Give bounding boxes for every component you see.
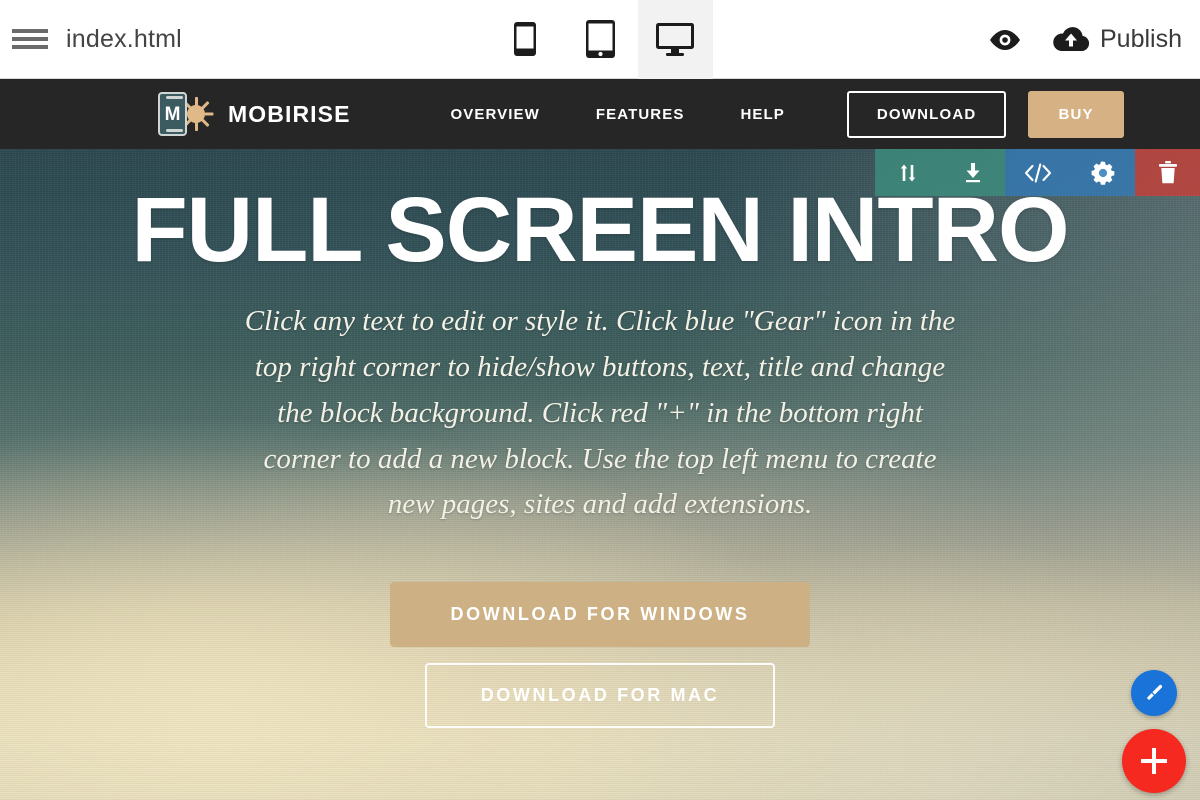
brand-name: MOBIRISE [228,100,351,127]
trash-icon [1158,161,1177,184]
hero-content: FULL SCREEN INTRO Click any text to edit… [0,149,1200,800]
app-toolbar: index.html Publish [0,0,1200,79]
eye-preview-icon [990,29,1020,50]
device-button-desktop[interactable] [637,0,713,79]
gear-icon [1091,161,1114,185]
nav-buy-button[interactable]: BUY [1028,90,1124,138]
plus-icon-vertical [1152,748,1156,774]
brand-mark-letter: M [164,103,181,125]
block-toolbar [875,149,1200,196]
download-for-windows-button[interactable]: DOWNLOAD FOR WINDOWS [390,582,810,648]
app-toolbar-right: Publish [988,0,1182,79]
download-save-icon [965,162,980,182]
edit-code-button[interactable] [1005,149,1070,196]
mobile-phone-icon [514,22,536,56]
block-toolbar-group-delete [1135,149,1200,196]
move-block-button[interactable] [875,149,940,196]
device-button-mobile[interactable] [488,0,563,79]
hero-block: FULL SCREEN INTRO Click any text to edit… [0,149,1200,800]
preview-button[interactable] [988,29,1022,51]
save-block-button[interactable] [940,149,1005,196]
device-button-tablet[interactable] [563,0,638,79]
page-title: index.html [66,24,182,53]
hamburger-menu-icon[interactable] [12,26,48,52]
tablet-icon [585,20,615,58]
block-toolbar-group-edit [1005,149,1135,196]
phone-mark-icon: M [158,92,187,136]
hero-cta-buttons: DOWNLOAD FOR WINDOWS DOWNLOAD FOR MAC [0,582,1200,729]
block-settings-button[interactable] [1070,149,1135,196]
add-block-button[interactable] [1122,729,1186,793]
delete-block-button[interactable] [1135,149,1200,196]
nav-link-help[interactable]: HELP [740,106,784,123]
nav-link-features[interactable]: FEATURES [596,106,685,123]
block-toolbar-group-move [875,149,1005,196]
publish-label: Publish [1100,25,1182,53]
download-for-mac-button[interactable]: DOWNLOAD FOR MAC [425,663,775,729]
style-button[interactable] [1131,670,1177,716]
site-navbar: M MOBIRISE OVERVIEW FEATURES HELP DOWNLO… [0,79,1200,149]
brand-logo-group[interactable]: M MOBIRISE [158,92,351,136]
nav-download-button[interactable]: DOWNLOAD [846,90,1007,138]
site-nav-buttons: DOWNLOAD BUY [846,90,1124,138]
desktop-monitor-icon [656,23,694,56]
site-nav-links: OVERVIEW FEATURES HELP [451,106,785,123]
publish-button[interactable]: Publish [1052,25,1182,54]
hero-paragraph[interactable]: Click any text to edit or style it. Clic… [0,299,1200,528]
mobirise-logo-icon: M [158,92,213,136]
nav-link-overview[interactable]: OVERVIEW [451,106,540,123]
move-up-down-arrows-icon [900,164,915,181]
app-toolbar-left: index.html [0,25,182,54]
cloud-upload-icon [1053,27,1090,51]
code-brackets-icon [1024,162,1051,183]
hero-title[interactable]: FULL SCREEN INTRO [0,184,1200,276]
paintbrush-icon [1147,684,1163,700]
